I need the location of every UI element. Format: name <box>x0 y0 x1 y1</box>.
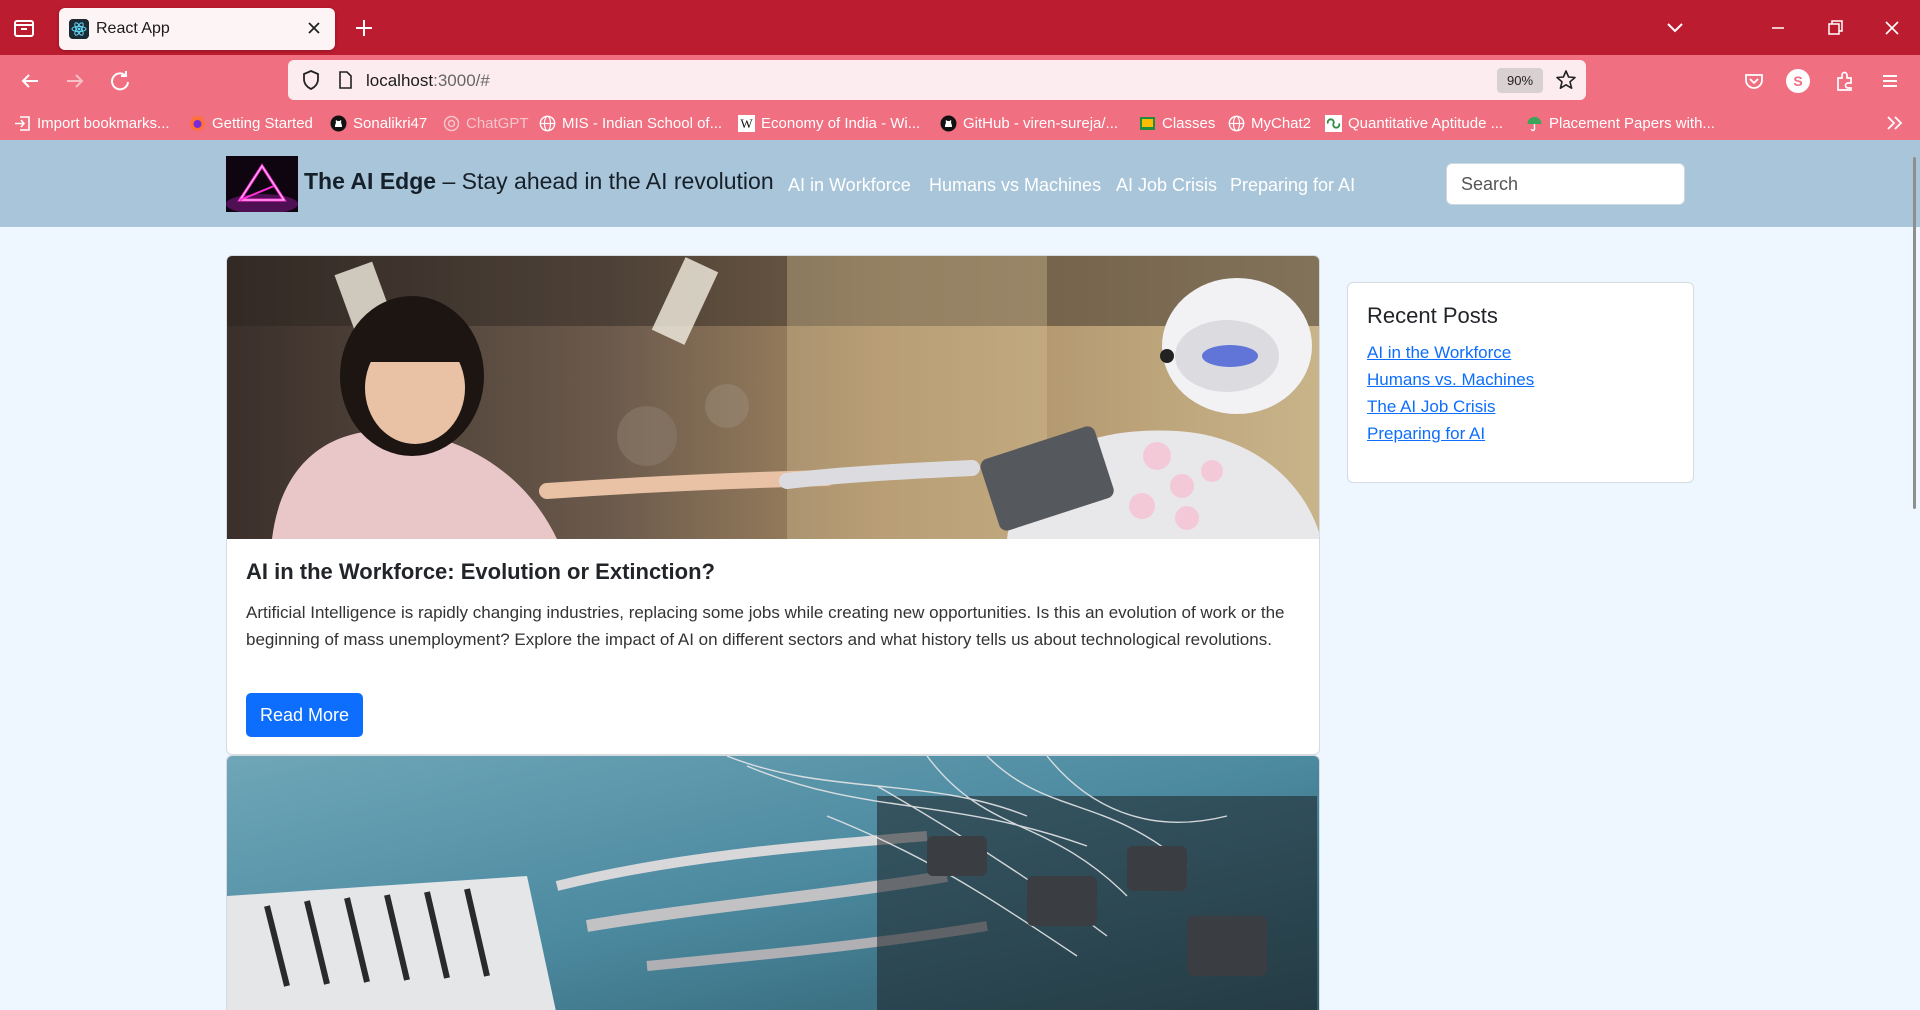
github-icon <box>330 115 347 131</box>
bookmark-label: MyChat2 <box>1251 114 1312 132</box>
bookmark-mychat2[interactable]: MyChat2 <box>1228 113 1311 133</box>
bookmark-github-viren[interactable]: GitHub - viren-sureja/... <box>940 113 1118 133</box>
page-info-icon[interactable] <box>334 69 356 91</box>
extensions-puzzle-icon[interactable] <box>1831 67 1859 95</box>
bookmark-label: Placement Papers with... <box>1549 114 1715 132</box>
geeksforgeeks-icon <box>1325 114 1342 132</box>
minimize-icon[interactable] <box>1763 14 1793 42</box>
list-item: Humans vs. Machines <box>1367 370 1534 397</box>
globe-icon <box>1228 115 1245 131</box>
read-more-button[interactable]: Read More <box>246 693 364 737</box>
bookmark-import[interactable]: Import bookmarks... <box>14 113 170 133</box>
recent-post-link-workforce[interactable]: AI in the Workforce <box>1367 343 1511 362</box>
url-host: localhost <box>366 71 434 90</box>
post-card <box>226 755 1320 1010</box>
close-tab-icon[interactable] <box>303 17 325 39</box>
bookmark-getting-started[interactable]: Getting Started <box>189 113 313 133</box>
bookmark-star-icon[interactable] <box>1554 68 1578 92</box>
close-window-icon[interactable] <box>1877 14 1907 42</box>
bookmark-label: Economy of India - Wi... <box>761 114 921 132</box>
umbrella-icon <box>1527 116 1542 131</box>
recent-post-link-preparing[interactable]: Preparing for AI <box>1367 424 1485 443</box>
bookmark-classes[interactable]: Classes <box>1139 113 1215 133</box>
recent-posts-list: AI in the Workforce Humans vs. Machines … <box>1367 343 1534 451</box>
pocket-icon[interactable] <box>1740 67 1768 95</box>
post-title: AI in the Workforce: Evolution or Extinc… <box>246 559 715 584</box>
bookmark-label: Quantitative Aptitude ... <box>1348 114 1504 132</box>
tab-title: React App <box>96 20 170 37</box>
post-image-robot-hands-piano[interactable] <box>227 756 1320 1010</box>
post-excerpt: Artificial Intelligence is rapidly chang… <box>246 603 1285 649</box>
list-item: Preparing for AI <box>1367 424 1534 451</box>
reload-icon[interactable] <box>106 67 134 95</box>
bookmark-quant-aptitude[interactable]: Quantitative Aptitude ... <box>1325 113 1503 133</box>
url-text[interactable]: localhost:3000/# <box>366 71 490 91</box>
browser-toolbar: localhost:3000/# 90% S <box>0 55 1920 106</box>
svg-text:W: W <box>740 116 753 131</box>
page-scrollbar[interactable] <box>1913 157 1916 509</box>
zoom-level-badge[interactable]: 90% <box>1497 68 1543 93</box>
bookmark-label: GitHub - viren-sureja/... <box>963 114 1119 132</box>
bookmark-mis[interactable]: MIS - Indian School of... <box>539 113 722 133</box>
globe-icon <box>539 115 556 131</box>
bookmarks-toolbar: Import bookmarks... Getting Started Sona… <box>0 106 1920 140</box>
site-header: The AI Edge – Stay ahead in the AI revol… <box>0 140 1920 227</box>
bookmark-placement-papers[interactable]: Placement Papers with... <box>1526 113 1715 133</box>
site-logo[interactable] <box>226 156 298 212</box>
post-image-girl-and-robot[interactable] <box>227 256 1320 539</box>
tab-react-app[interactable]: React App <box>59 8 335 50</box>
bookmark-label: MIS - Indian School of... <box>562 114 723 132</box>
hamburger-menu-icon[interactable] <box>1876 67 1904 95</box>
import-icon <box>15 115 30 131</box>
search-input[interactable] <box>1446 163 1685 205</box>
bookmark-economy-of-india[interactable]: W Economy of India - Wi... <box>738 113 920 133</box>
recent-posts-sidebar: Recent Posts AI in the Workforce Humans … <box>1347 282 1694 483</box>
nav-ai-in-workforce[interactable]: AI in Workforce <box>788 175 911 196</box>
bookmark-sonalikri47[interactable]: Sonalikri47 <box>330 113 427 133</box>
list-all-tabs-chevron-icon[interactable] <box>1660 14 1690 42</box>
bookmark-label: Getting Started <box>212 114 313 132</box>
recent-post-link-job-crisis[interactable]: The AI Job Crisis <box>1367 397 1496 416</box>
forward-arrow-icon[interactable] <box>61 67 89 95</box>
browser-tab-bar: React App <box>0 0 1920 55</box>
chatgpt-icon <box>443 115 460 131</box>
address-bar[interactable]: localhost:3000/# 90% <box>288 60 1586 100</box>
nav-humans-vs-machines[interactable]: Humans vs Machines <box>929 175 1101 196</box>
brand-name: The AI Edge <box>304 168 437 194</box>
back-arrow-icon[interactable] <box>16 67 44 95</box>
sidebar-heading: Recent Posts <box>1367 303 1498 328</box>
bookmark-chatgpt[interactable]: ChatGPT <box>443 113 529 133</box>
list-item: AI in the Workforce <box>1367 343 1534 370</box>
url-path: :3000/# <box>433 71 490 90</box>
brand[interactable]: The AI Edge – Stay ahead in the AI revol… <box>304 168 774 195</box>
list-item: The AI Job Crisis <box>1367 397 1534 424</box>
shield-icon[interactable] <box>300 69 322 91</box>
nav-ai-job-crisis[interactable]: AI Job Crisis <box>1116 175 1217 196</box>
wikipedia-icon: W <box>738 114 755 132</box>
firefox-icon <box>190 115 205 131</box>
profile-avatar[interactable]: S <box>1786 69 1810 93</box>
bookmark-label: Sonalikri47 <box>353 114 428 132</box>
brand-tagline: – Stay ahead in the AI revolution <box>436 168 774 194</box>
bookmark-label: Classes <box>1162 114 1216 132</box>
github-icon <box>940 115 957 131</box>
more-bookmarks-chevron-icon[interactable] <box>1884 113 1906 133</box>
restore-icon[interactable] <box>1820 14 1850 42</box>
classroom-icon <box>1140 116 1155 130</box>
tab-list-icon[interactable] <box>10 14 38 42</box>
post-card: AI in the Workforce: Evolution or Extinc… <box>226 255 1320 755</box>
nav-preparing-for-ai[interactable]: Preparing for AI <box>1230 175 1355 196</box>
bookmark-label: Import bookmarks... <box>37 114 170 132</box>
recent-post-link-humans-vs-machines[interactable]: Humans vs. Machines <box>1367 370 1534 389</box>
bookmark-label: ChatGPT <box>466 114 529 132</box>
new-tab-icon[interactable] <box>350 14 378 42</box>
react-favicon-icon <box>69 19 89 39</box>
